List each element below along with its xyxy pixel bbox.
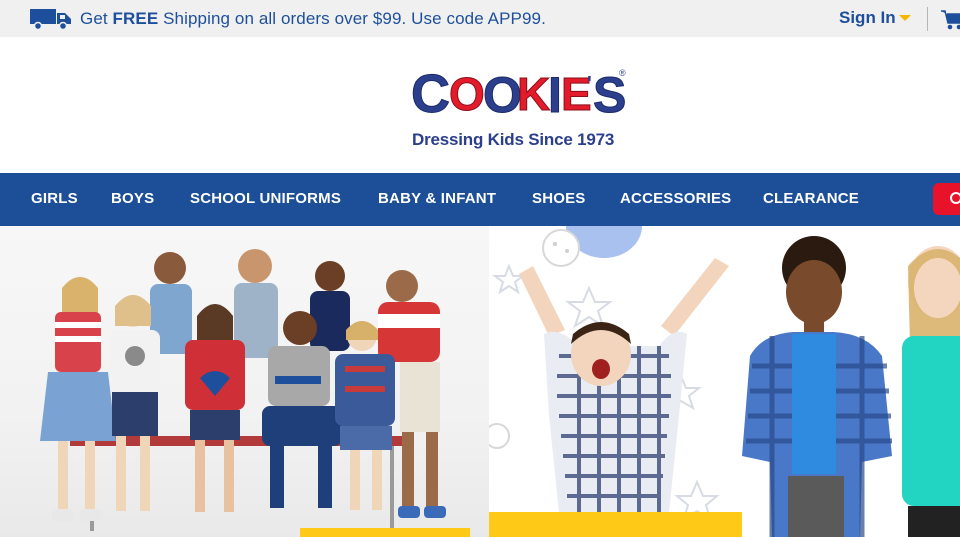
kids-illustration [742, 236, 960, 537]
cookies-logo[interactable]: C O O K I E ' S ® [405, 60, 630, 121]
promo-bar: Get FREE Shipping on all orders over $99… [0, 0, 960, 37]
truck-icon [30, 9, 71, 30]
search-button[interactable] [933, 183, 960, 215]
search-icon [950, 192, 960, 204]
nav-item-girls[interactable]: GIRLS [31, 190, 78, 207]
nav-item-baby-infant[interactable]: BABY & INFANT [378, 190, 496, 207]
nav-item-boys[interactable]: BOYS [111, 190, 154, 207]
brand-tagline: Dressing Kids Since 1973 [412, 130, 615, 149]
group-of-kids-illustration [40, 249, 470, 537]
hero-carousel [0, 226, 960, 537]
nav-item-clearance[interactable]: CLEARANCE [763, 190, 859, 207]
toddler-illustration [489, 226, 742, 537]
nav-item-school-uniforms[interactable]: SCHOOL UNIFORMS [190, 190, 341, 207]
svg-text:C: C [411, 64, 450, 120]
group-of-kids-photo[interactable] [0, 226, 489, 537]
svg-text:K: K [517, 68, 550, 120]
promo-highlight: FREE [112, 9, 159, 28]
main-navigation: GIRLS BOYS SCHOOL UNIFORMS BABY & INFANT… [0, 173, 960, 226]
svg-text:': ' [587, 73, 592, 95]
svg-text:®: ® [619, 68, 626, 78]
cart-icon[interactable] [940, 9, 960, 31]
svg-text:O: O [449, 68, 485, 120]
kids-in-shirts-photo[interactable] [742, 226, 960, 537]
chevron-down-icon[interactable] [899, 15, 911, 21]
nav-item-shoes[interactable]: SHOES [532, 190, 586, 207]
logo-area: C O O K I E ' S ® Dressing Kids Since 19… [0, 37, 960, 173]
hero-banner-strip [300, 528, 470, 537]
toddler-celebrating-photo[interactable] [489, 226, 742, 537]
nav-item-accessories[interactable]: ACCESSORIES [620, 190, 731, 207]
sign-in-link[interactable]: Sign In [839, 8, 896, 28]
hero-banner-yellow [489, 512, 742, 537]
header-divider [927, 7, 928, 31]
promo-message: Get FREE Shipping on all orders over $99… [80, 9, 546, 28]
svg-text:I: I [548, 67, 562, 120]
